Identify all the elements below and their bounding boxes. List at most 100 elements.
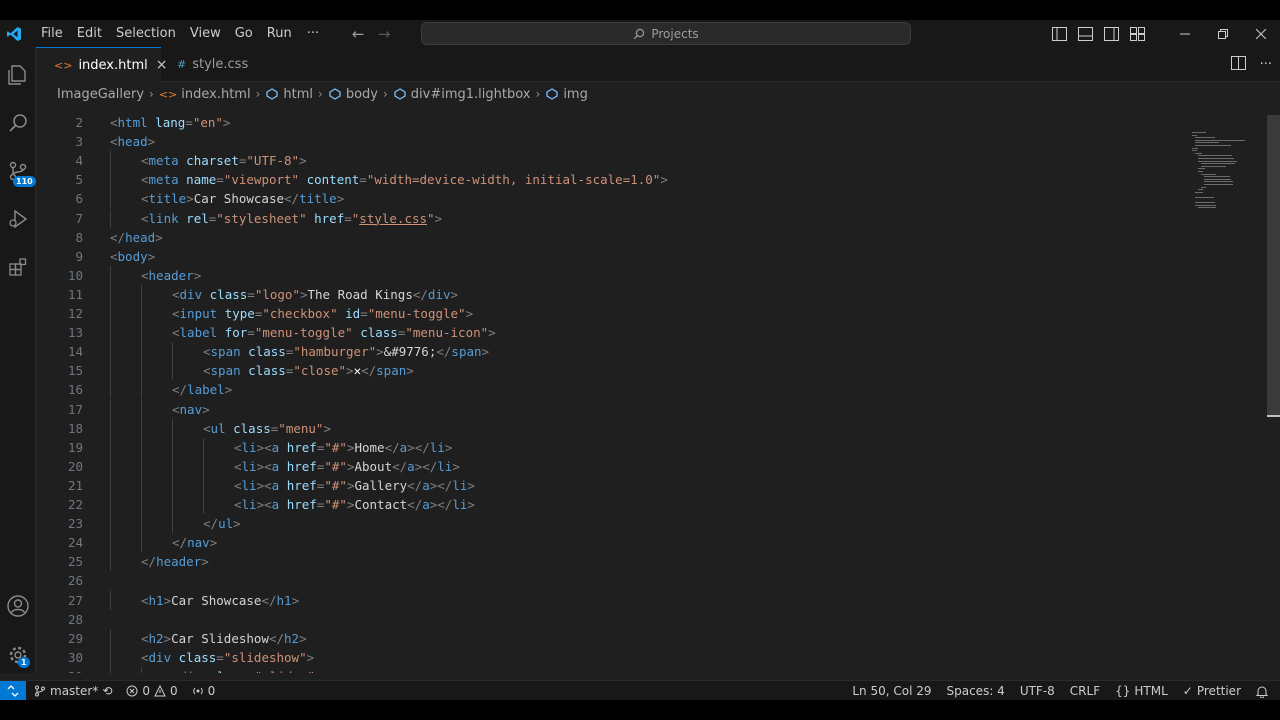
- split-editor-icon[interactable]: [1230, 55, 1246, 74]
- code-line[interactable]: 7 <link rel="stylesheet" href="style.css"…: [36, 209, 1186, 228]
- more-menu-button[interactable]: ···: [299, 26, 327, 41]
- chevron-right-icon: ›: [318, 87, 323, 101]
- code-line[interactable]: 16 </label>: [36, 380, 1186, 399]
- code-line[interactable]: 29 <h2>Car Slideshow</h2>: [36, 629, 1186, 648]
- menu-run[interactable]: Run: [260, 20, 299, 47]
- code-line[interactable]: 13 <label for="menu-toggle" class="menu-i…: [36, 323, 1186, 342]
- code-line[interactable]: 18 <ul class="menu">: [36, 419, 1186, 438]
- breadcrumb-div[interactable]: div#img1.lightbox: [411, 87, 531, 102]
- code-token: <: [141, 172, 149, 188]
- code-line[interactable]: 2 <html lang="en">: [36, 113, 1186, 132]
- source-control-icon[interactable]: 110: [0, 151, 36, 191]
- eol-status[interactable]: CRLF: [1070, 684, 1100, 698]
- code-line[interactable]: 15 <span class="close">✕</span>: [36, 361, 1186, 380]
- code-token: >: [434, 210, 443, 226]
- forward-arrow-icon[interactable]: →: [371, 25, 397, 43]
- minimap[interactable]: [1190, 110, 1250, 230]
- code-line[interactable]: 12 <input type="checkbox" id="menu-toggle…: [36, 304, 1186, 323]
- language-mode[interactable]: {} HTML: [1115, 684, 1168, 698]
- menu-file[interactable]: File: [34, 20, 70, 47]
- menu-view[interactable]: View: [183, 20, 228, 47]
- indent-guide: [141, 342, 142, 362]
- menu-edit[interactable]: Edit: [70, 20, 109, 47]
- restore-icon[interactable]: [1204, 20, 1242, 47]
- code-text: <label for="menu-toggle" class="menu-ico…: [172, 323, 496, 342]
- code-token: <: [110, 134, 118, 150]
- minimize-icon[interactable]: [1166, 20, 1204, 47]
- close-window-icon[interactable]: [1242, 20, 1280, 47]
- symbol-element-icon: [328, 88, 342, 100]
- remote-indicator-icon[interactable]: [0, 681, 26, 700]
- code-line[interactable]: 25 </header>: [36, 552, 1186, 571]
- prettier-status[interactable]: ✓ Prettier: [1183, 684, 1241, 698]
- search-view-icon[interactable]: [0, 103, 36, 143]
- vscode-logo-icon: [4, 24, 24, 44]
- ports-status[interactable]: 0: [192, 684, 215, 698]
- branch-status[interactable]: master* ⟲: [34, 684, 112, 698]
- manage-gear-icon[interactable]: 1: [0, 635, 36, 675]
- code-line[interactable]: 24 </nav>: [36, 533, 1186, 552]
- code-line[interactable]: 19 <li><a href="#">Home</a></li>: [36, 438, 1186, 457]
- code-line[interactable]: 6 <title>Car Showcase</title>: [36, 189, 1186, 208]
- code-line[interactable]: 30 <div class="slideshow">: [36, 648, 1186, 667]
- tab-index-html[interactable]: <> index.html ×: [36, 47, 167, 82]
- menu-go[interactable]: Go: [228, 20, 260, 47]
- code-line[interactable]: 8 </head>: [36, 228, 1186, 247]
- code-line[interactable]: 14 <span class="hamburger">&#9776;</span>: [36, 342, 1186, 361]
- code-token: <: [141, 210, 149, 226]
- indentation-status[interactable]: Spaces: 4: [947, 684, 1005, 698]
- code-token: </: [172, 382, 188, 398]
- code-line[interactable]: 21 <li><a href="#">Gallery</a></li>: [36, 476, 1186, 495]
- code-editor[interactable]: 2 <html lang="en"> 3 <head> 4 <meta charset="…: [36, 110, 1280, 673]
- explorer-icon[interactable]: [0, 55, 36, 95]
- code-token: "menu-icon": [405, 325, 489, 341]
- code-line[interactable]: 27 <h1>Car Showcase</h1>: [36, 591, 1186, 610]
- more-actions-icon[interactable]: ···: [1260, 57, 1272, 72]
- code-line[interactable]: 22 <li><a href="#">Contact</a></li>: [36, 495, 1186, 514]
- code-line[interactable]: 26: [36, 571, 1186, 590]
- indent-guide: [141, 361, 142, 381]
- code-token: =: [344, 210, 352, 226]
- code-token: <: [141, 191, 149, 207]
- code-token: ✕: [353, 363, 362, 379]
- sync-icon[interactable]: ⟲: [102, 684, 112, 698]
- extensions-icon[interactable]: [0, 247, 36, 287]
- code-line[interactable]: 9 <body>: [36, 247, 1186, 266]
- toggle-sidebar-icon[interactable]: [1046, 20, 1072, 47]
- menu-selection[interactable]: Selection: [109, 20, 183, 47]
- back-arrow-icon[interactable]: ←: [345, 25, 371, 43]
- code-line[interactable]: 4 <meta charset="UTF-8">: [36, 151, 1186, 170]
- cursor-position[interactable]: Ln 50, Col 29: [852, 684, 931, 698]
- code-line[interactable]: 31 <div class="slides">: [36, 667, 1186, 673]
- code-line[interactable]: 20 <li><a href="#">About</a></li>: [36, 457, 1186, 476]
- toggle-secondary-sidebar-icon[interactable]: [1098, 20, 1124, 47]
- code-token: href: [314, 210, 345, 226]
- accounts-icon[interactable]: [0, 586, 36, 626]
- toggle-panel-icon[interactable]: [1072, 20, 1098, 47]
- command-center-search[interactable]: Projects: [421, 22, 911, 45]
- breadcrumb-body[interactable]: body: [346, 87, 378, 102]
- problems-status[interactable]: 0 0: [126, 684, 178, 698]
- code-line[interactable]: 10 <header>: [36, 266, 1186, 285]
- encoding-status[interactable]: UTF-8: [1020, 684, 1055, 698]
- code-token: </: [268, 630, 285, 646]
- code-line[interactable]: 3 <head>: [36, 132, 1186, 151]
- indent-guide: [141, 399, 142, 419]
- notifications-bell-icon[interactable]: [1256, 685, 1268, 698]
- code-token: div: [148, 649, 172, 665]
- code-token: >: [163, 630, 172, 646]
- code-line[interactable]: 28: [36, 610, 1186, 629]
- breadcrumb-folder[interactable]: ImageGallery: [57, 87, 144, 102]
- run-debug-icon[interactable]: [0, 199, 36, 239]
- code-line[interactable]: 17 <nav>: [36, 400, 1186, 419]
- code-line[interactable]: 23 </ul>: [36, 514, 1186, 533]
- code-line[interactable]: 11 <div class="logo">The Road Kings</div>: [36, 285, 1186, 304]
- tab-style-css[interactable]: # style.css: [161, 47, 285, 82]
- code-line[interactable]: 5 <meta name="viewport" content="width=de…: [36, 170, 1186, 189]
- breadcrumb-file[interactable]: index.html: [181, 87, 250, 102]
- breadcrumb-html[interactable]: html: [283, 87, 313, 102]
- customize-layout-icon[interactable]: [1124, 20, 1150, 47]
- breadcrumb-img[interactable]: img: [563, 87, 588, 102]
- editor-scrollbar[interactable]: [1267, 115, 1280, 415]
